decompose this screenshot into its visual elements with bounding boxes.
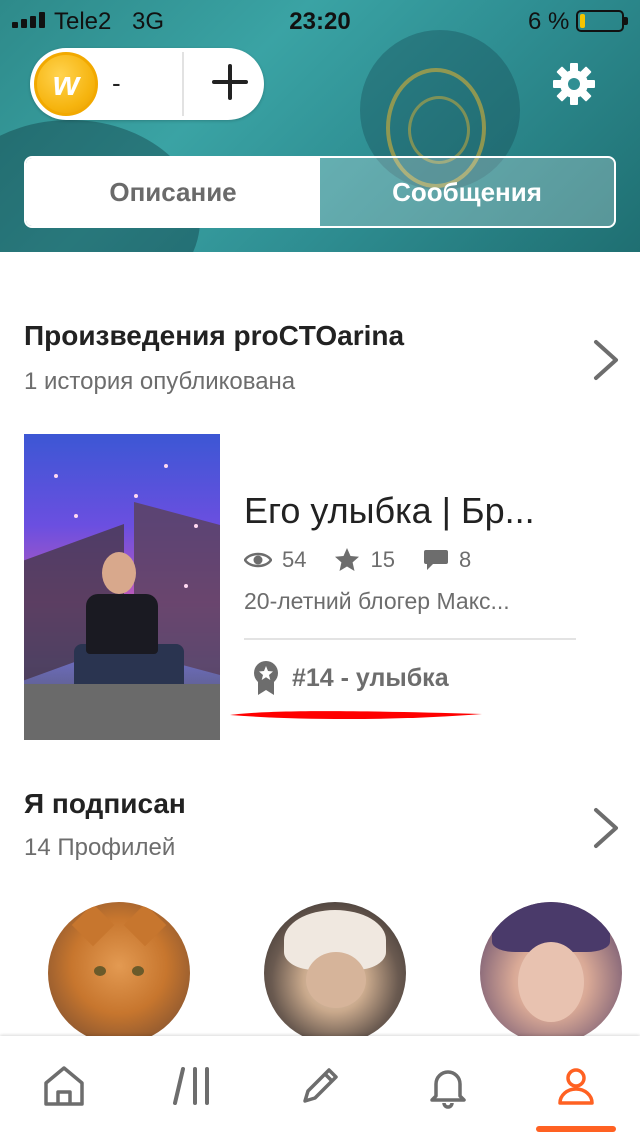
works-subtitle: 1 история опубликована <box>24 368 296 395</box>
works-username: proCTOarina <box>233 320 405 351</box>
comments-stat: 8 <box>423 547 471 573</box>
rank-label: #14 - улыбка <box>292 663 449 692</box>
comment-icon <box>423 550 448 570</box>
wattpad-coin-icon[interactable]: w <box>34 52 98 116</box>
eye-icon <box>244 552 272 568</box>
following-avatar-hood[interactable] <box>264 902 406 1044</box>
profile-icon <box>558 1068 594 1105</box>
pencil-icon <box>303 1068 338 1103</box>
nav-home[interactable] <box>0 1036 128 1136</box>
bell-icon <box>430 1070 466 1109</box>
library-icon <box>173 1067 209 1105</box>
story-divider <box>244 638 576 640</box>
votes-stat: 15 <box>334 547 395 573</box>
battery-percent: 6 % <box>528 8 570 35</box>
tab-messages[interactable]: Сообщения <box>320 158 614 226</box>
works-section-title[interactable]: Произведения proCTOarina <box>24 320 404 352</box>
story-cover-image[interactable] <box>24 434 220 740</box>
plus-icon[interactable] <box>206 58 254 106</box>
story-rank[interactable]: #14 - улыбка <box>252 658 449 698</box>
active-tab-indicator <box>536 1126 616 1132</box>
red-underline-annotation <box>230 711 482 720</box>
profile-tabs: Описание Сообщения <box>24 156 616 228</box>
comments-count: 8 <box>458 547 472 572</box>
star-icon <box>335 548 360 571</box>
gear-icon[interactable] <box>552 62 596 106</box>
story-stats: 54 15 8 <box>244 544 499 576</box>
chevron-right-icon[interactable] <box>592 806 620 850</box>
following-avatar-cat[interactable] <box>48 902 190 1044</box>
views-stat: 54 <box>244 547 306 573</box>
following-subtitle: 14 Профилей <box>24 834 176 861</box>
story-description: 20-летний блогер Макс... <box>244 588 510 614</box>
chevron-right-icon[interactable] <box>592 338 620 382</box>
coins-widget: w - <box>30 48 264 120</box>
tab-description[interactable]: Описание <box>26 158 320 226</box>
nav-notifications[interactable] <box>384 1036 512 1136</box>
works-title: Произведения <box>24 320 226 351</box>
nav-profile[interactable] <box>512 1036 640 1136</box>
status-bar: Tele2 3G 23:20 6 % <box>0 0 640 40</box>
battery-icon <box>576 10 628 32</box>
votes-count: 15 <box>370 547 395 572</box>
views-count: 54 <box>282 547 307 572</box>
bottom-navigation <box>0 1036 640 1136</box>
following-avatar-boy[interactable] <box>480 902 622 1044</box>
nav-library[interactable] <box>128 1036 256 1136</box>
following-section-title[interactable]: Я подписан <box>24 788 186 820</box>
coins-count: - <box>112 68 121 98</box>
coins-divider <box>182 52 184 116</box>
home-icon <box>44 1066 84 1106</box>
nav-write[interactable] <box>256 1036 384 1136</box>
award-icon <box>254 661 278 695</box>
story-title[interactable]: Его улыбка | Бр... <box>244 490 580 532</box>
